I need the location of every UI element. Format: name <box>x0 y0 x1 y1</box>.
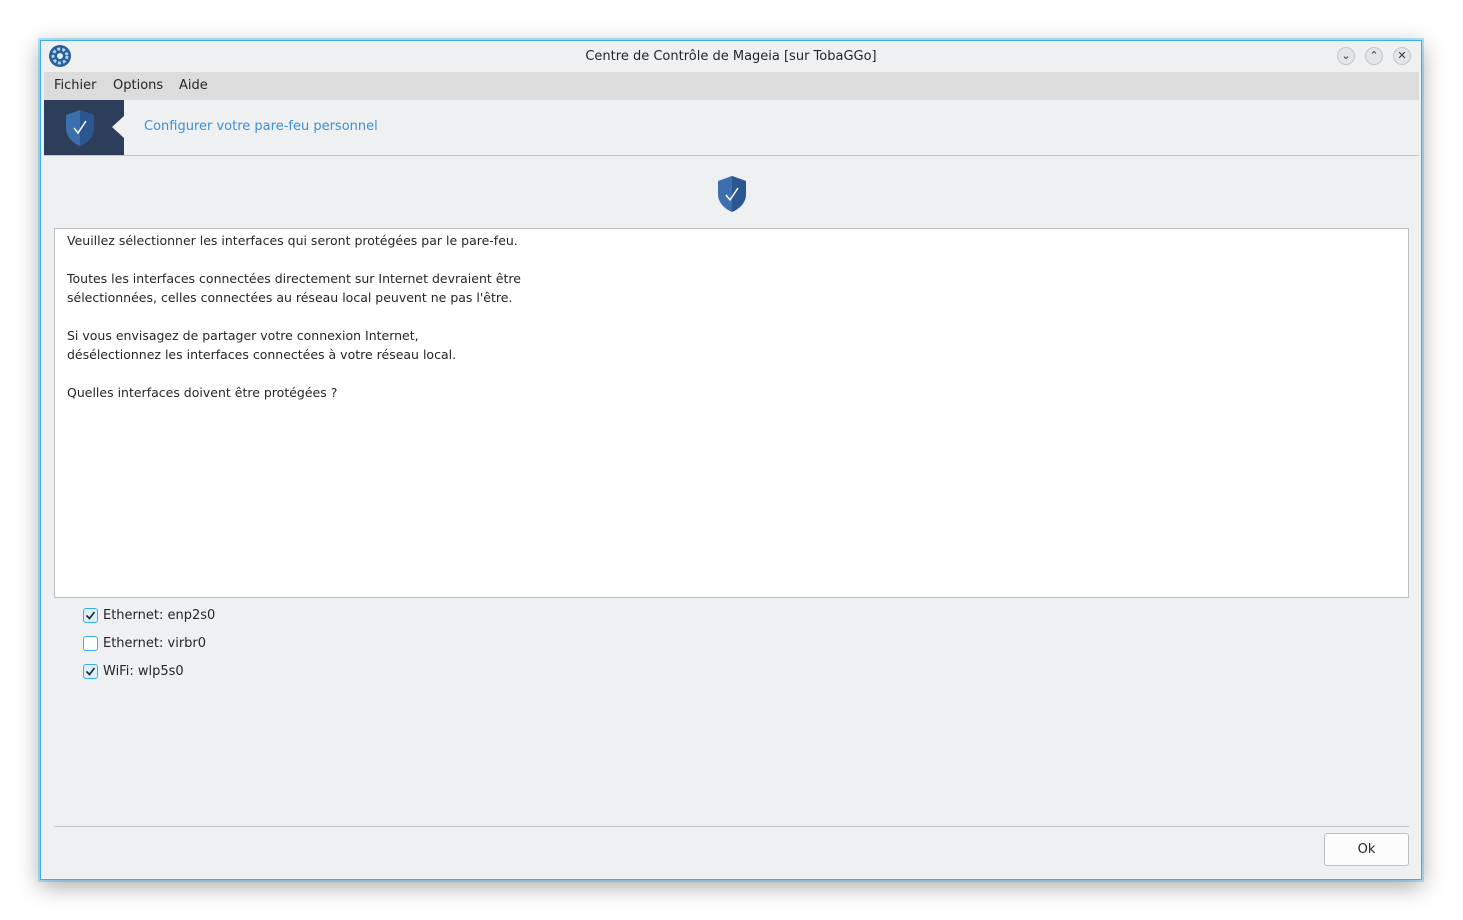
window-title: Centre de Contrôle de Mageia [sur TobaGG… <box>585 49 877 64</box>
interface-option-wlp5s0[interactable]: WiFi: wlp5s0 <box>83 661 184 681</box>
checkbox-enp2s0[interactable] <box>83 607 98 623</box>
checkbox-label: Ethernet: enp2s0 <box>103 607 216 623</box>
interface-option-virbr0[interactable]: Ethernet: virbr0 <box>83 633 206 653</box>
checkbox-label: Ethernet: virbr0 <box>103 635 207 651</box>
close-button[interactable]: ✕ <box>1393 47 1411 65</box>
banner-notch <box>112 116 124 138</box>
description-line: sélectionnées, celles connectées au rése… <box>67 290 513 305</box>
checkbox-wlp5s0[interactable] <box>83 663 98 679</box>
checkmark-icon <box>85 667 96 676</box>
checkbox-label: WiFi: wlp5s0 <box>103 663 184 679</box>
menu-bar: Fichier Options Aide <box>44 72 1419 100</box>
checkbox-virbr0[interactable] <box>83 635 98 651</box>
header-banner: Configurer votre pare-feu personnel <box>44 100 1419 156</box>
menu-fichier[interactable]: Fichier <box>54 78 97 93</box>
description-line: désélectionnez les interfaces connectées… <box>67 347 457 362</box>
minimize-button[interactable]: ⌄ <box>1337 47 1355 65</box>
checkmark-icon <box>85 611 96 620</box>
description-line: Veuillez sélectionner les interfaces qui… <box>67 233 518 248</box>
title-bar[interactable]: Centre de Contrôle de Mageia [sur TobaGG… <box>41 41 1421 72</box>
description-line: Toutes les interfaces connectées directe… <box>67 271 521 286</box>
description-text-area: Veuillez sélectionner les interfaces qui… <box>54 228 1409 598</box>
description-line: Si vous envisagez de partager votre conn… <box>67 328 419 343</box>
shield-check-icon <box>66 110 94 146</box>
maximize-button[interactable]: ⌃ <box>1365 47 1383 65</box>
app-window: Centre de Contrôle de Mageia [sur TobaGG… <box>40 40 1422 880</box>
menu-options[interactable]: Options <box>113 78 163 93</box>
interface-option-enp2s0[interactable]: Ethernet: enp2s0 <box>83 605 215 625</box>
ok-button[interactable]: Ok <box>1324 833 1409 866</box>
footer-separator <box>54 826 1409 827</box>
description-line: Quelles interfaces doivent être protégée… <box>67 385 338 400</box>
banner-title: Configurer votre pare-feu personnel <box>144 119 378 134</box>
menu-aide[interactable]: Aide <box>179 78 208 93</box>
firewall-shield-icon <box>718 176 746 212</box>
